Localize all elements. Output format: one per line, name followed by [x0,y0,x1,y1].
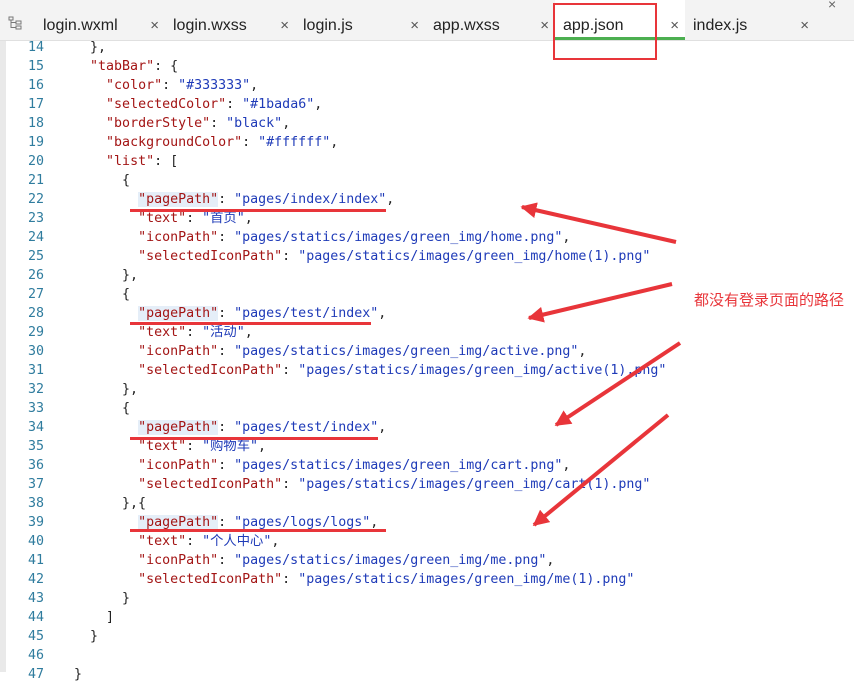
arrow-2 [527,282,673,323]
arrow-1 [520,202,677,244]
annotation-note: 都没有登录页面的路径 [694,291,845,309]
arrow-4 [532,413,670,527]
annotation-arrows [520,202,682,527]
arrow-3 [554,341,682,427]
